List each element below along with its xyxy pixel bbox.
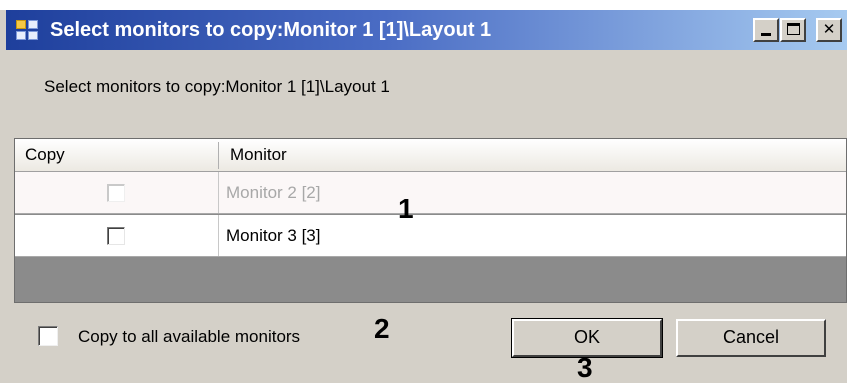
column-divider[interactable] [218, 142, 219, 169]
cell-divider [218, 215, 219, 256]
window-grid-icon [16, 20, 38, 40]
dialog-window: Select monitors to copy:Monitor 1 [1]\La… [0, 10, 847, 383]
minimize-button[interactable] [753, 18, 779, 42]
monitor-name: Monitor 3 [3] [226, 226, 321, 245]
maximize-button[interactable] [780, 18, 806, 42]
close-icon: ✕ [822, 20, 836, 38]
copy-checkbox [107, 184, 125, 202]
cell-divider [218, 172, 219, 213]
monitors-grid: Copy Monitor Monitor 2 [2] Monitor 3 [3] [14, 138, 847, 303]
grid-header: Copy Monitor [15, 139, 846, 172]
window-title: Select monitors to copy:Monitor 1 [1]\La… [50, 19, 492, 41]
column-header-copy[interactable]: Copy [25, 139, 215, 172]
grid-row[interactable]: Monitor 3 [3] [15, 215, 846, 257]
monitor-name: Monitor 2 [2] [226, 183, 321, 202]
cancel-button[interactable]: Cancel [676, 319, 826, 357]
copy-checkbox[interactable] [107, 227, 125, 245]
callout-number: 2 [374, 313, 390, 344]
copy-all-label[interactable]: Copy to all available monitors [78, 327, 300, 347]
callout-number: 1 [398, 193, 414, 224]
minimize-icon [761, 33, 771, 36]
prompt-text: Select monitors to copy:Monitor 1 [1]\La… [44, 77, 390, 96]
copy-all-checkbox[interactable] [38, 326, 58, 346]
maximize-icon [787, 23, 800, 35]
callout-number: 3 [577, 352, 593, 383]
title-bar[interactable]: Select monitors to copy:Monitor 1 [1]\La… [6, 10, 847, 50]
close-button[interactable]: ✕ [816, 18, 842, 42]
column-header-monitor[interactable]: Monitor [230, 139, 630, 172]
grid-row[interactable]: Monitor 2 [2] [15, 172, 846, 214]
